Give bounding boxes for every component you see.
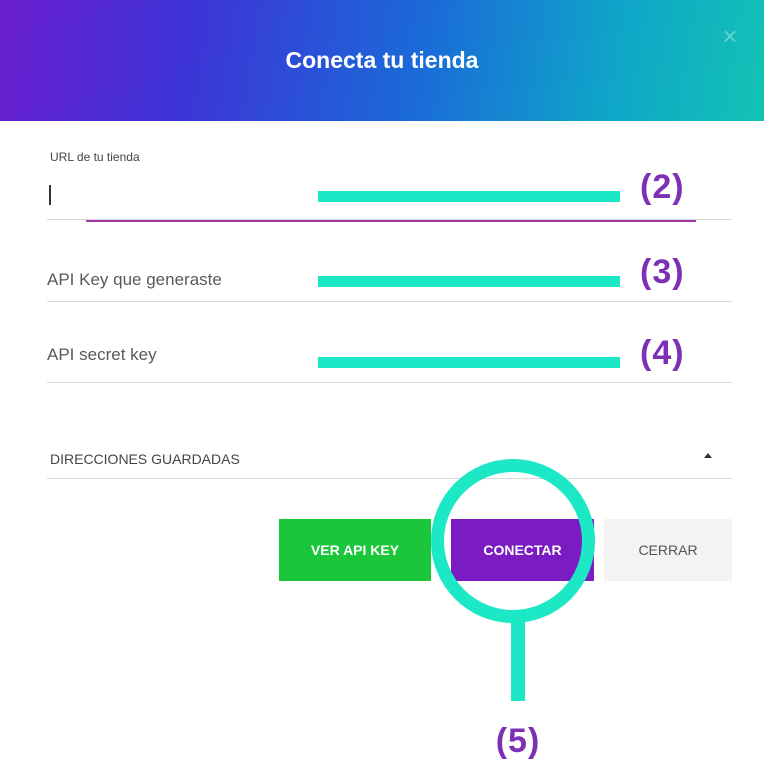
saved-addresses-select[interactable]: DIRECCIONES GUARDADAS — [47, 440, 732, 479]
saved-addresses-label: DIRECCIONES GUARDADAS — [50, 451, 240, 467]
url-field-label: URL de tu tienda — [50, 150, 140, 164]
view-api-key-button[interactable]: VER API KEY — [279, 519, 431, 581]
annotation-label-5: (5) — [495, 722, 541, 760]
text-cursor — [49, 185, 51, 205]
api-key-underline — [47, 301, 732, 302]
url-field-active-underline — [86, 220, 696, 222]
annotation-label-4: (4) — [640, 334, 685, 372]
annotation-label-2: (2) — [640, 168, 685, 206]
close-icon[interactable]: × — [716, 22, 744, 50]
annotation-bar-3 — [318, 276, 620, 287]
dialog-title: Conecta tu tienda — [285, 47, 479, 73]
annotation-circle-5 — [431, 459, 595, 623]
close-button[interactable]: CERRAR — [604, 519, 732, 581]
annotation-bar-4 — [318, 357, 620, 368]
annotation-stem-5 — [511, 619, 525, 701]
caret-up-icon — [704, 453, 712, 458]
annotation-label-3: (3) — [640, 253, 685, 291]
annotation-bar-2 — [318, 191, 620, 202]
api-secret-underline — [47, 382, 732, 383]
